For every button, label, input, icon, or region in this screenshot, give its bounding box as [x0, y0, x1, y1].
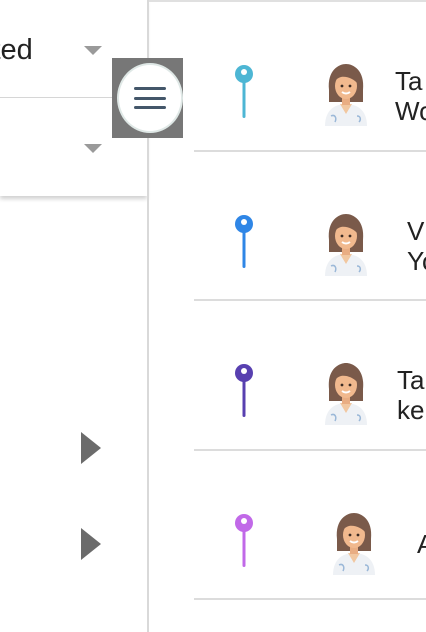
- name-line-1: Ta: [395, 66, 423, 96]
- dropdown-arrow-icon[interactable]: [84, 144, 102, 153]
- expand-arrow-icon[interactable]: [81, 528, 101, 560]
- expand-arrow-icon[interactable]: [81, 432, 101, 464]
- list-item[interactable]: A: [149, 451, 426, 600]
- doctor-avatar-icon: [325, 363, 367, 425]
- filter-select-1-value: ited: [0, 34, 33, 66]
- menu-toggle-button[interactable]: [112, 58, 183, 138]
- dropdown-arrow-icon[interactable]: [84, 46, 102, 55]
- row-divider: [194, 598, 426, 600]
- hamburger-menu-icon: [134, 87, 166, 109]
- name-line-1: V: [407, 215, 425, 246]
- map-pin-icon: [235, 364, 253, 417]
- list-item[interactable]: Ta ke: [149, 301, 426, 451]
- name-line-1: A: [417, 528, 426, 559]
- doctor-avatar-icon: [325, 64, 367, 126]
- menu-button-circle[interactable]: [117, 63, 183, 133]
- name-line-2: ke: [397, 395, 425, 425]
- name-line-2: Wo: [395, 96, 426, 126]
- map-pin-icon: [235, 214, 253, 268]
- appointment-name: A: [417, 529, 426, 559]
- name-line-2: Yo: [407, 245, 426, 276]
- map-pin-icon: [235, 65, 253, 118]
- appointment-name: V Yo: [407, 216, 426, 276]
- doctor-avatar-icon: [325, 213, 367, 276]
- list-item[interactable]: Ta Wo: [149, 2, 426, 152]
- appointment-name: Ta Wo: [395, 66, 426, 126]
- list-item[interactable]: V Yo: [149, 152, 426, 301]
- appointment-list: Ta Wo V Yo: [149, 2, 426, 600]
- appointment-name: Ta ke: [397, 365, 424, 425]
- doctor-avatar-icon: [333, 512, 375, 575]
- map-pin-icon: [235, 513, 253, 567]
- name-line-1: Ta: [397, 365, 425, 395]
